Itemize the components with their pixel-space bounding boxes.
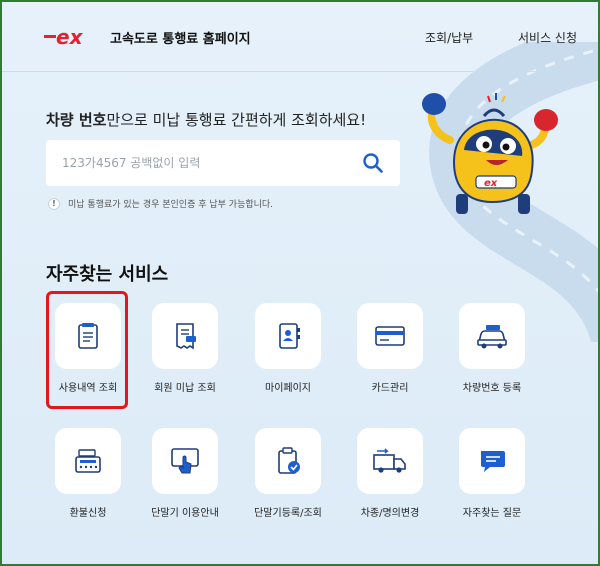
mascot-plate-text: ex	[484, 178, 498, 189]
service-label: 마이페이지	[265, 383, 311, 394]
headline-bold: 차량 번호	[46, 111, 107, 129]
service-tile	[55, 303, 121, 369]
service-tile	[152, 428, 218, 494]
nav-service-request[interactable]: 서비스 신청	[518, 29, 577, 46]
service-tile	[152, 303, 218, 369]
service-device-guide[interactable]: 단말기 이용안내	[137, 428, 233, 519]
service-faq[interactable]: 자주찾는 질문	[444, 428, 540, 519]
service-label: 카드관리	[371, 383, 409, 394]
clipboard-check-icon	[278, 447, 300, 474]
cash-register-icon	[75, 449, 101, 473]
document-icon	[78, 323, 98, 349]
contact-book-icon	[279, 323, 300, 349]
search-icon[interactable]	[362, 152, 384, 174]
receipt-icon	[176, 323, 196, 350]
header: ex 고속도로 통행료 홈페이지 조회/납부 서비스 신청	[2, 2, 598, 72]
service-usage-history[interactable]: 사용내역 조회	[40, 303, 136, 394]
service-tile	[459, 303, 525, 369]
mascot-car-icon: ex	[422, 93, 558, 214]
service-mypage[interactable]: 마이페이지	[240, 303, 336, 394]
service-label: 차종/명의변경	[360, 508, 420, 519]
service-tile	[357, 428, 423, 494]
service-vehicle-owner-change[interactable]: 차종/명의변경	[342, 428, 438, 519]
vehicle-number-input[interactable]	[62, 156, 362, 170]
site-title: 고속도로 통행료 홈페이지	[110, 31, 251, 47]
service-label: 단말기 이용안내	[151, 508, 219, 519]
nav-inquiry-payment[interactable]: 조회/납부	[425, 29, 473, 46]
search-box	[46, 140, 400, 186]
service-tile	[55, 428, 121, 494]
service-label: 단말기등록/조회	[254, 508, 322, 519]
notice-text: 미납 통행료가 있는 경우 본인인증 후 납부 가능합니다.	[68, 200, 274, 210]
page-frame: ex 고속도로 통행료 홈페이지 조회/납부 서비스 신청 차량 번호만으로 미…	[0, 0, 600, 566]
service-label: 자주찾는 질문	[462, 508, 522, 519]
section-title: 자주찾는 서비스	[46, 264, 169, 285]
service-tile	[357, 303, 423, 369]
ex-logo-icon: ex	[44, 26, 84, 48]
service-member-unpaid[interactable]: 회원 미납 조회	[137, 303, 233, 394]
service-tile	[255, 303, 321, 369]
service-label: 회원 미납 조회	[154, 383, 216, 394]
service-card-management[interactable]: 카드관리	[342, 303, 438, 394]
chat-icon	[481, 451, 505, 472]
info-icon: !	[48, 197, 60, 210]
logo-text: ex	[56, 26, 84, 48]
headline-rest: 만으로 미납 통행료 간편하게 조회하세요!	[106, 111, 367, 129]
service-tile	[459, 428, 525, 494]
car-icon	[477, 325, 507, 349]
service-tile	[255, 428, 321, 494]
notice: ! 미납 통행료가 있는 경우 본인인증 후 납부 가능합니다.	[48, 197, 273, 210]
service-device-register[interactable]: 단말기등록/조회	[240, 428, 336, 519]
touch-screen-icon	[171, 448, 199, 474]
service-label: 환불신청	[69, 508, 107, 519]
truck-icon	[373, 448, 406, 473]
service-vehicle-registration[interactable]: 차량번호 등록	[444, 303, 540, 394]
headline: 차량 번호만으로 미납 통행료 간편하게 조회하세요!	[46, 109, 366, 130]
card-icon	[375, 326, 405, 346]
service-refund[interactable]: 환불신청	[40, 428, 136, 519]
service-label: 차량번호 등록	[462, 383, 522, 394]
logo[interactable]: ex 고속도로 통행료 홈페이지	[44, 26, 251, 48]
service-label: 사용내역 조회	[58, 383, 118, 394]
